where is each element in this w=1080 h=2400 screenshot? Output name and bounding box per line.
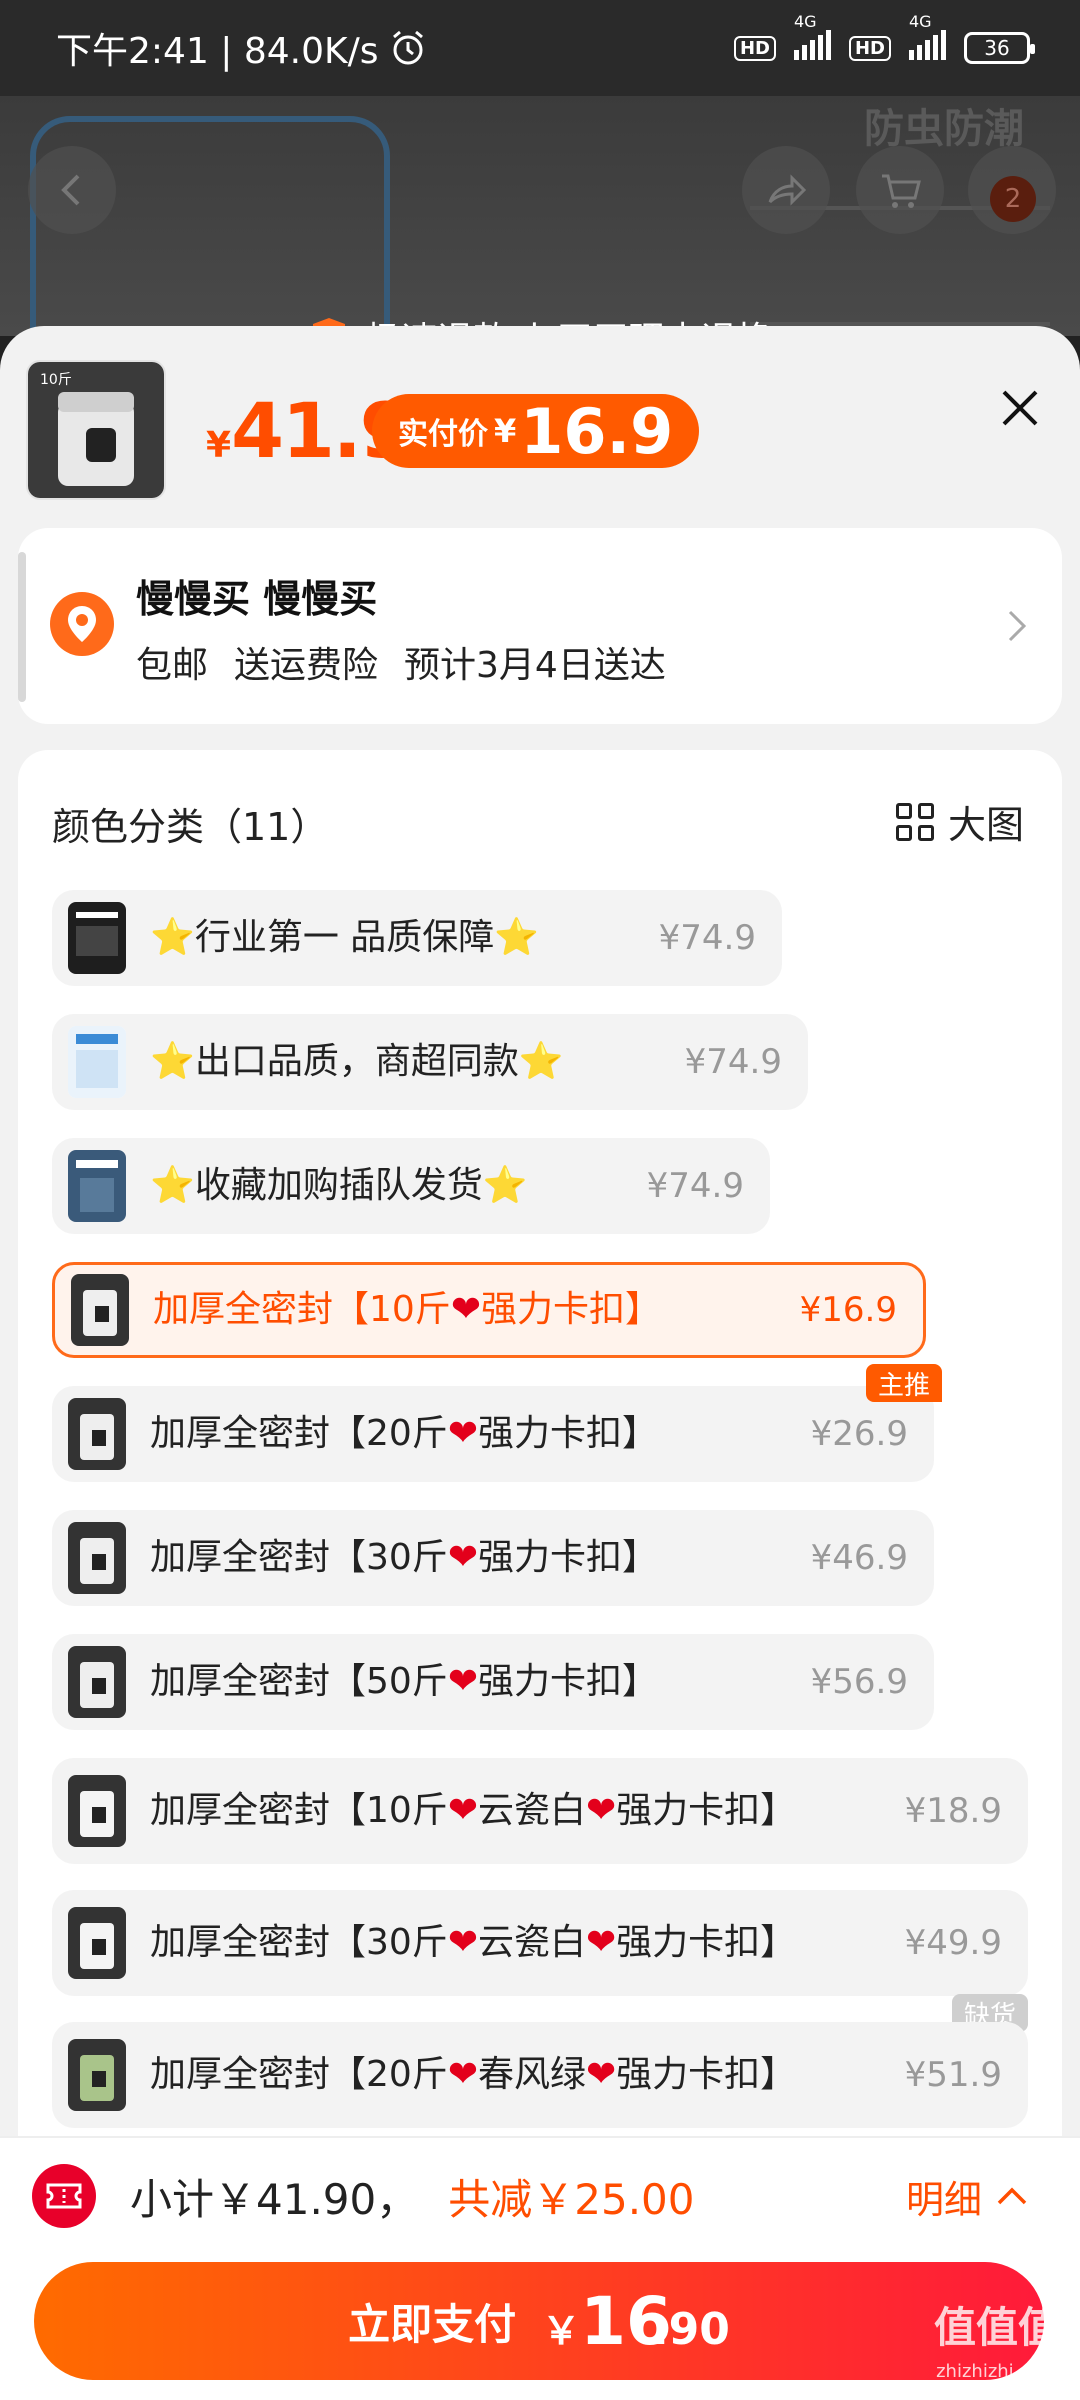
cart-count-badge: 2 <box>990 176 1036 222</box>
sku-thumbnail <box>68 1522 126 1594</box>
location-pin-icon <box>50 592 114 656</box>
status-bar: 下午2:41 | 84.0K/s HD 4G HD 4G 36 <box>0 0 1080 96</box>
back-button[interactable] <box>28 146 116 234</box>
sku-option-price: ¥26.9 <box>810 1414 908 1454</box>
sku-option-out-of-stock[interactable]: 加厚全密封【20斤❤春风绿❤强力卡扣】 ¥51.9 <box>52 2022 1028 2128</box>
alarm-icon <box>392 30 423 65</box>
coupon-icon <box>32 2164 96 2228</box>
overlay-text: 防虫防潮 <box>864 106 1024 152</box>
cart-button[interactable] <box>856 146 944 234</box>
sku-option-label: ⭐收藏加购插队发货⭐ <box>150 1165 528 1206</box>
close-icon <box>1002 390 1038 426</box>
sku-option-price: ¥74.9 <box>684 1042 782 1082</box>
sku-option[interactable]: ⭐行业第一 品质保障⭐ ¥74.9 <box>52 890 782 986</box>
delivery-estimate: 预计3月4日送达 <box>404 645 666 686</box>
close-button[interactable] <box>990 378 1050 438</box>
sku-option[interactable]: 加厚全密封【10斤❤云瓷白❤强力卡扣】 ¥18.9 <box>52 1758 1028 1864</box>
detail-toggle[interactable]: 明细 <box>906 2164 1028 2228</box>
recommended-tag: 主推 <box>866 1364 943 1402</box>
sku-thumbnail <box>68 1026 126 1098</box>
more-button[interactable]: 2 <box>968 146 1056 234</box>
sku-option-price: ¥46.9 <box>810 1538 908 1578</box>
sku-option-label: 加厚全密封【30斤❤强力卡扣】 <box>150 1537 658 1578</box>
status-time: 下午2:41 | 84.0K/s <box>56 31 379 72</box>
discount-total: 共减￥25.00 <box>448 2174 695 2224</box>
sku-option-selected[interactable]: 加厚全密封【10斤❤强力卡扣】 ¥16.9 <box>52 1262 926 1358</box>
battery-icon: 36 <box>964 32 1035 64</box>
hd-icon: HD <box>733 35 776 61</box>
free-shipping-tag: 包邮 <box>136 645 209 686</box>
sku-option-price: ¥18.9 <box>904 1791 1002 1831</box>
sku-thumbnail <box>68 1398 126 1470</box>
hd-icon-2: HD <box>848 35 891 61</box>
sku-option[interactable]: 加厚全密封【20斤❤强力卡扣】 ¥26.9 <box>52 1386 934 1482</box>
shipping-insurance-tag: 送运费险 <box>234 645 379 686</box>
pay-now-button[interactable]: 立即支付 ￥16.90 <box>34 2262 1044 2380</box>
grid-view-icon <box>895 802 934 841</box>
signal-icon-2: 4G <box>909 12 946 66</box>
sku-option[interactable]: ⭐出口品质，商超同款⭐ ¥74.9 <box>52 1014 808 1110</box>
real-price-badge: 实付价 ¥ 16.9 <box>372 394 700 468</box>
sku-thumbnail <box>68 902 126 974</box>
chevron-right-icon <box>1008 610 1027 642</box>
sku-option-price: ¥49.9 <box>904 1923 1002 1963</box>
sku-option-label: 加厚全密封【10斤❤云瓷白❤强力卡扣】 <box>150 1790 797 1831</box>
share-button[interactable] <box>742 146 830 234</box>
sku-option[interactable]: 加厚全密封【30斤❤强力卡扣】 ¥46.9 <box>52 1510 934 1606</box>
color-category-title: 颜色分类（11） <box>52 805 329 849</box>
signal-icon: 4G <box>793 12 831 66</box>
sku-thumbnail <box>68 2039 126 2111</box>
back-arrow-icon <box>61 174 80 206</box>
checkout-footer: 小计￥41.90， 共减￥25.00 明细 立即支付 ￥16.90 值值值 zh… <box>0 2136 1080 2400</box>
cart-icon <box>882 174 921 208</box>
subtotal-summary: 小计￥41.90， 共减￥25.00 <box>130 2164 695 2228</box>
sku-thumbnail <box>68 1907 126 1979</box>
scroll-indicator <box>18 552 26 702</box>
sku-option-price: ¥74.9 <box>646 1166 744 1206</box>
recipient-name: 慢慢买 慢慢买 <box>136 577 378 621</box>
site-watermark: 值值值 zhizhizhi.com <box>933 2303 1060 2383</box>
sku-option-label: 加厚全密封【20斤❤强力卡扣】 <box>150 1413 658 1454</box>
product-header: 10斤 ¥41.9 实付价 ¥ 16.9 <box>0 326 1080 516</box>
sku-option-label: 加厚全密封【50斤❤强力卡扣】 <box>150 1661 658 1702</box>
sku-option[interactable]: 加厚全密封【50斤❤强力卡扣】 ¥56.9 <box>52 1634 934 1730</box>
chevron-up-icon <box>997 2187 1027 2205</box>
sku-thumbnail <box>68 1775 126 1847</box>
big-image-toggle[interactable]: 大图 <box>895 794 1024 849</box>
sku-option-price: ¥16.9 <box>799 1290 897 1330</box>
sku-option-label: ⭐出口品质，商超同款⭐ <box>150 1041 564 1082</box>
sku-option[interactable]: ⭐收藏加购插队发货⭐ ¥74.9 <box>52 1138 770 1234</box>
sku-thumbnail <box>71 1274 129 1346</box>
sku-option-price: ¥56.9 <box>810 1662 908 1702</box>
sku-thumbnail <box>68 1150 126 1222</box>
sku-option[interactable]: 加厚全密封【30斤❤云瓷白❤强力卡扣】 ¥49.9 <box>52 1890 1028 1996</box>
sku-option-price: ¥74.9 <box>658 918 756 958</box>
subtotal-text: 小计￥41.90， <box>130 2174 419 2224</box>
share-icon <box>768 174 807 206</box>
sku-option-label: 加厚全密封【30斤❤云瓷白❤强力卡扣】 <box>150 1922 797 1963</box>
sku-selection-sheet: 10斤 ¥41.9 实付价 ¥ 16.9 慢慢买 慢慢买 包邮 送运费险 预计3… <box>0 326 1080 2400</box>
svg-text:10斤: 10斤 <box>40 372 72 388</box>
rice-bucket-image: 10斤 <box>28 362 164 498</box>
delivery-info: 包邮 送运费险 预计3月4日送达 <box>136 636 666 688</box>
sku-option-label: 加厚全密封【20斤❤春风绿❤强力卡扣】 <box>150 2054 797 2095</box>
sku-option-price: ¥51.9 <box>904 2055 1002 2095</box>
address-card[interactable]: 慢慢买 慢慢买 包邮 送运费险 预计3月4日送达 <box>18 528 1062 724</box>
sku-option-label: 加厚全密封【10斤❤强力卡扣】 <box>153 1289 661 1330</box>
product-thumbnail[interactable]: 10斤 <box>26 360 166 500</box>
sku-option-label: ⭐行业第一 品质保障⭐ <box>150 917 540 958</box>
sku-thumbnail <box>68 1646 126 1718</box>
background-product-page: 防虫防潮 2 极速退款 七天无理由退换 <box>0 96 1080 336</box>
